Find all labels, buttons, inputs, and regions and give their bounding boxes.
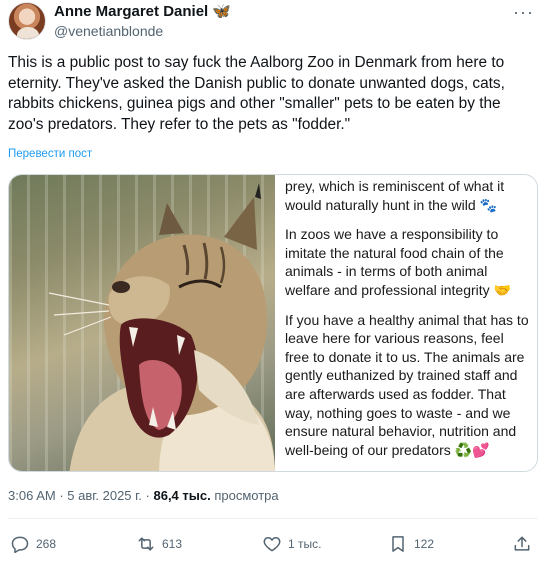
author-handle[interactable]: @venetianblonde bbox=[54, 23, 163, 39]
more-options-button[interactable]: ··· bbox=[513, 2, 534, 23]
views-label: просмотра bbox=[210, 488, 279, 503]
media-paragraph-2: In zoos we have a responsibility to imit… bbox=[285, 226, 511, 298]
reply-count: 268 bbox=[36, 537, 57, 551]
author-display-name[interactable]: Anne Margaret Daniel bbox=[54, 3, 208, 20]
divider bbox=[8, 518, 538, 519]
bookmark-count: 122 bbox=[414, 537, 435, 551]
meta-separator: · bbox=[141, 488, 154, 503]
tweet-date[interactable]: 5 авг. 2025 г. bbox=[67, 488, 142, 503]
meta-separator: · bbox=[55, 488, 68, 503]
views-count: 86,4 тыс. bbox=[153, 488, 211, 503]
media-text-panel: prey, which is reminiscent of what it wo… bbox=[275, 175, 537, 471]
bookmark-button[interactable]: 122 bbox=[388, 534, 434, 554]
like-count: 1 тыс. bbox=[288, 537, 322, 551]
tweet-header: Anne Margaret Daniel 🦋 @venetianblonde ·… bbox=[8, 2, 538, 42]
bookmark-icon bbox=[392, 536, 404, 552]
repost-count: 613 bbox=[162, 537, 183, 551]
reply-icon bbox=[11, 536, 29, 554]
tweet-meta: 3:06 AM · 5 авг. 2025 г. · 86,4 тыс. про… bbox=[8, 488, 279, 503]
tweet-time[interactable]: 3:06 AM bbox=[8, 488, 56, 503]
butterfly-emoji-icon: 🦋 bbox=[212, 3, 231, 20]
tweet-text: This is a public post to say fuck the Aa… bbox=[8, 54, 505, 133]
tweet-action-bar: 268 613 1 тыс. 122 bbox=[0, 534, 545, 558]
repost-icon bbox=[138, 537, 154, 551]
share-icon bbox=[514, 536, 530, 551]
repost-button[interactable]: 613 bbox=[136, 534, 182, 554]
like-button[interactable]: 1 тыс. bbox=[262, 534, 321, 554]
share-button[interactable] bbox=[512, 534, 532, 554]
yawning-lynx-illustration bbox=[48, 183, 275, 471]
tweet-media[interactable]: prey, which is reminiscent of what it wo… bbox=[8, 174, 538, 472]
reply-button[interactable]: 268 bbox=[10, 534, 56, 554]
media-paragraph-3: If you have a healthy animal that has to… bbox=[285, 311, 529, 458]
author-name-line[interactable]: Anne Margaret Daniel 🦋 bbox=[54, 3, 231, 20]
lynx-photo[interactable] bbox=[9, 175, 275, 471]
heart-icon bbox=[263, 537, 281, 552]
media-paragraph-1: prey, which is reminiscent of what it wo… bbox=[285, 178, 505, 213]
translate-post-link[interactable]: Перевести пост bbox=[8, 148, 92, 160]
author-avatar[interactable] bbox=[8, 2, 46, 40]
